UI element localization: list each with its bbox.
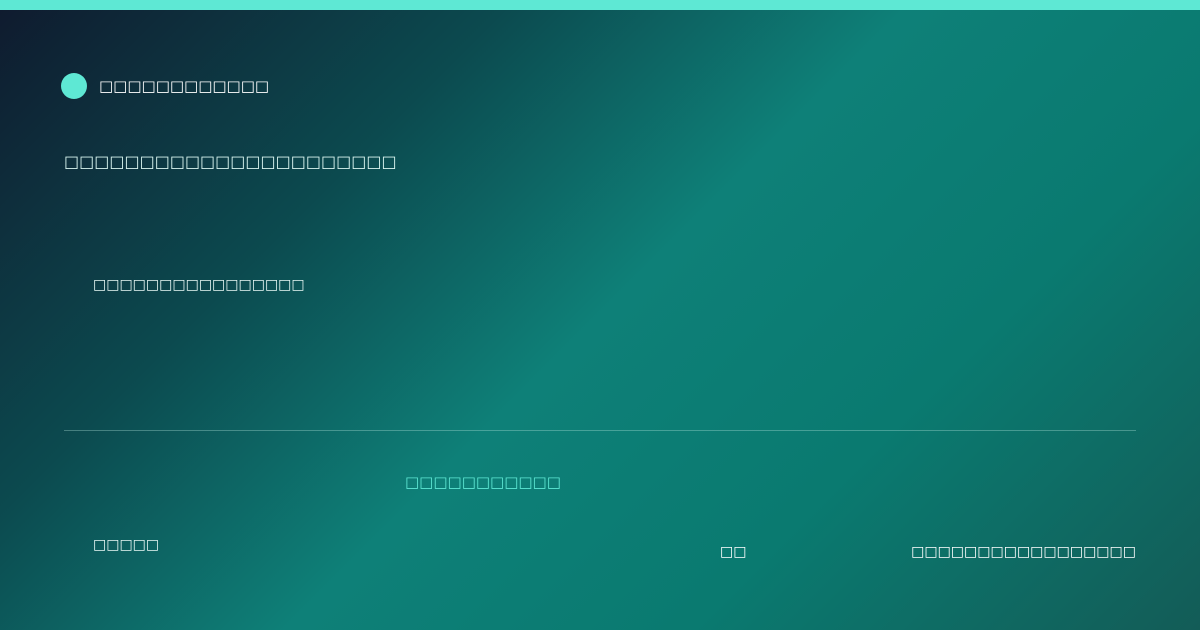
footer-right-text: □□□□□□□□□□□□□□□□□ <box>911 544 1136 560</box>
brand: □□□□□□□□□□□□ <box>61 73 269 99</box>
footer-left-text: □□□□□ <box>93 537 160 553</box>
accent-link[interactable]: □□□□□□□□□□□ <box>405 472 561 492</box>
page-headline: □□□□□□□□□□□□□□□□□□□□□□ <box>64 152 397 171</box>
brand-name: □□□□□□□□□□□□ <box>99 77 270 95</box>
page-subtitle: □□□□□□□□□□□□□□□□ <box>93 277 305 293</box>
footer-middle-text: □□ <box>720 544 747 560</box>
top-accent-bar <box>0 0 1200 10</box>
section-divider <box>64 430 1136 431</box>
brand-logo-icon <box>61 73 87 99</box>
